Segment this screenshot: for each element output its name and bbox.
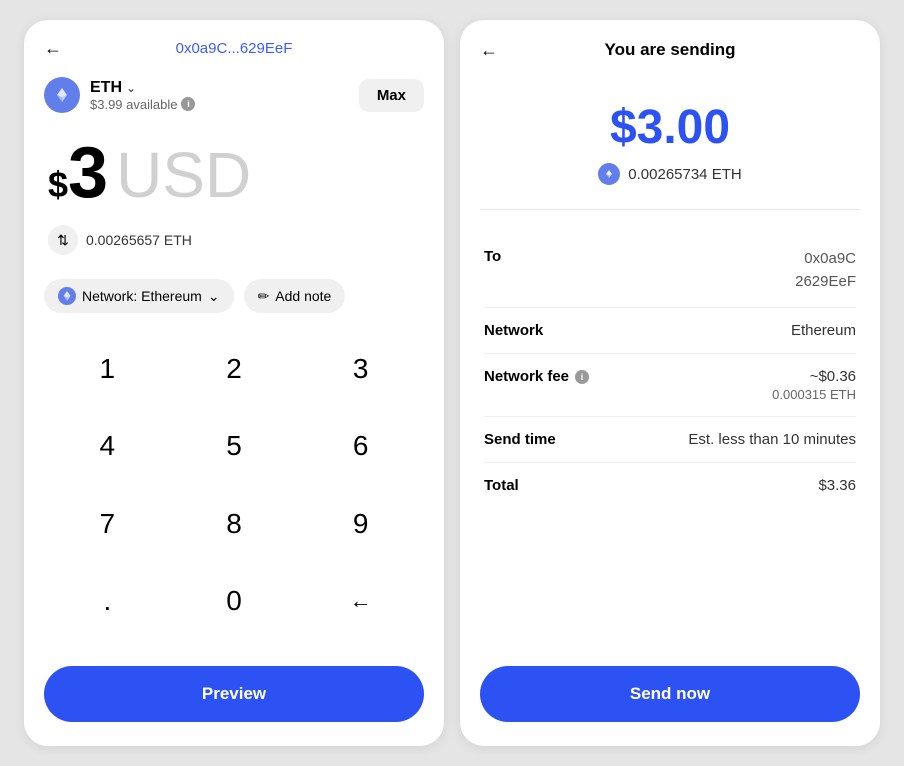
send-btn-container: Send now: [460, 654, 880, 746]
screens-container: ← 0x0a9C...629EeF ETH ⌄: [0, 0, 904, 766]
numpad-key-0[interactable]: 0: [171, 569, 298, 633]
network-label: Network: Ethereum: [82, 288, 202, 304]
network-fee-label: Network fee i: [484, 368, 589, 385]
eth-icon-small: [598, 163, 620, 185]
right-back-button[interactable]: ←: [480, 40, 498, 61]
right-screen: ← You are sending $3.00 0.00265734 ETH: [460, 20, 880, 746]
numpad-key-3[interactable]: 3: [297, 337, 424, 401]
numpad-key-7[interactable]: 7: [44, 492, 171, 556]
currency-label: USD: [116, 143, 251, 207]
sending-amount: $3.00 0.00265734 ETH: [460, 76, 880, 201]
backspace-icon: ←: [350, 588, 372, 614]
network-row: Network Ethereum: [484, 308, 856, 354]
left-header: ← 0x0a9C...629EeF: [24, 20, 444, 69]
eth-logo-icon: [44, 77, 80, 113]
swap-currency-button[interactable]: ⇅: [48, 225, 78, 255]
numpad-key-6[interactable]: 6: [297, 414, 424, 478]
eth-equivalent-text: 0.00265657 ETH: [86, 232, 192, 248]
sending-eth-amount: 0.00265734 ETH: [628, 166, 741, 183]
total-label: Total: [484, 477, 519, 494]
controls-row: Network: Ethereum ⌄ ✏ Add note: [24, 271, 444, 329]
send-time-value: Est. less than 10 minutes: [688, 431, 856, 448]
total-value: $3.36: [818, 477, 856, 494]
send-time-label: Send time: [484, 431, 556, 448]
numpad-key-8[interactable]: 8: [171, 492, 298, 556]
network-fee-value: ~$0.36 0.000315 ETH: [772, 368, 856, 402]
to-address: 0x0a9C 2629EeF: [795, 248, 856, 293]
token-name: ETH: [90, 79, 122, 97]
token-available: $3.99 available i: [90, 97, 195, 112]
send-now-button[interactable]: Send now: [480, 666, 860, 722]
note-label: Add note: [275, 288, 331, 304]
network-icon: [58, 287, 76, 305]
token-row: ETH ⌄ $3.99 available i Max: [24, 69, 444, 121]
available-info-icon[interactable]: i: [181, 97, 195, 111]
numpad: 123 456 789.0 ←: [24, 329, 444, 654]
network-selector-button[interactable]: Network: Ethereum ⌄: [44, 279, 234, 313]
left-screen: ← 0x0a9C...629EeF ETH ⌄: [24, 20, 444, 746]
left-back-button[interactable]: ←: [44, 38, 62, 59]
network-detail-value: Ethereum: [791, 322, 856, 339]
sending-usd-amount: $3.00: [480, 100, 860, 155]
numpad-key-4[interactable]: 4: [44, 414, 171, 478]
preview-button[interactable]: Preview: [44, 666, 424, 722]
network-detail-label: Network: [484, 322, 543, 339]
right-title: You are sending: [605, 40, 736, 60]
send-time-row: Send time Est. less than 10 minutes: [484, 417, 856, 463]
wallet-address[interactable]: 0x0a9C...629EeF: [176, 40, 293, 57]
right-header: ← You are sending: [460, 20, 880, 76]
to-row: To 0x0a9C 2629EeF: [484, 234, 856, 308]
dollar-sign: $: [48, 164, 68, 206]
numpad-key-backspace[interactable]: ←: [297, 569, 424, 633]
pencil-icon: ✏: [258, 288, 270, 305]
preview-btn-container: Preview: [24, 654, 444, 746]
amount-display: $ 3 USD: [24, 121, 444, 217]
numpad-key-9[interactable]: 9: [297, 492, 424, 556]
sending-eth-row: 0.00265734 ETH: [480, 163, 860, 185]
token-details: ETH ⌄ $3.99 available i: [90, 79, 195, 112]
swap-icon: ⇅: [57, 232, 69, 249]
detail-rows: To 0x0a9C 2629EeF Network Ethereum Netwo…: [460, 218, 880, 524]
network-chevron-icon: ⌄: [208, 288, 220, 305]
total-row: Total $3.36: [484, 463, 856, 508]
numpad-key-1[interactable]: 1: [44, 337, 171, 401]
numpad-key-5[interactable]: 5: [171, 414, 298, 478]
token-name-row[interactable]: ETH ⌄: [90, 79, 195, 97]
to-label: To: [484, 248, 501, 265]
network-fee-row: Network fee i ~$0.36 0.000315 ETH: [484, 354, 856, 417]
numpad-key-2[interactable]: 2: [171, 337, 298, 401]
max-button[interactable]: Max: [359, 79, 424, 112]
amount-number: 3: [68, 137, 108, 209]
fee-info-icon[interactable]: i: [575, 370, 589, 384]
token-info: ETH ⌄ $3.99 available i: [44, 77, 195, 113]
divider: [480, 209, 860, 210]
eth-equivalent-row: ⇅ 0.00265657 ETH: [24, 217, 444, 271]
add-note-button[interactable]: ✏ Add note: [244, 279, 346, 313]
token-dropdown-icon: ⌄: [126, 81, 136, 95]
numpad-key-decimal[interactable]: .: [44, 569, 171, 633]
